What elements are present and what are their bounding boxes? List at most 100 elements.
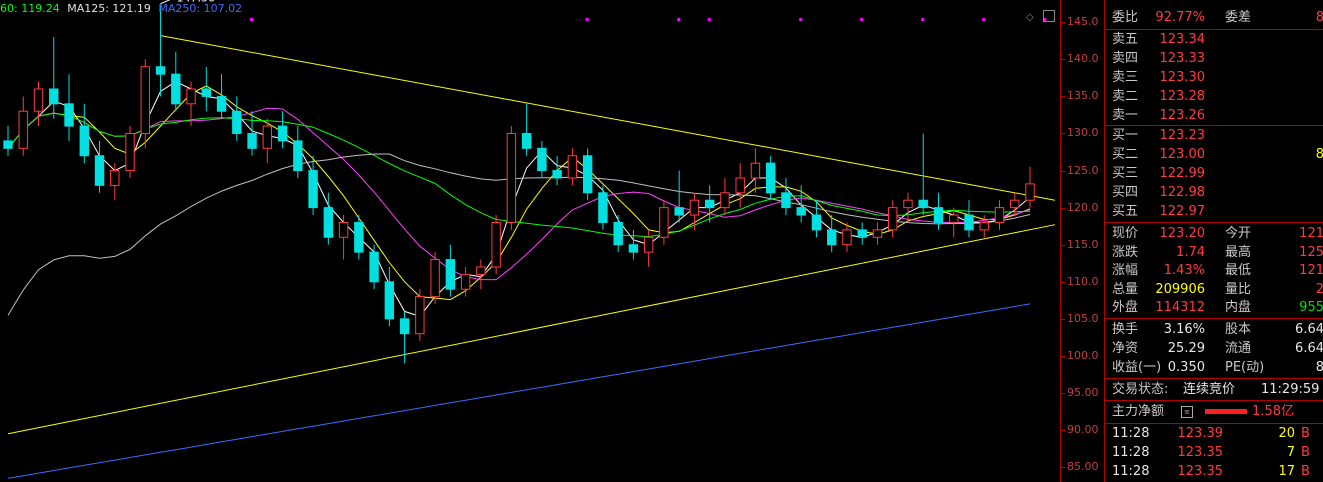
moving-average-lines [7,81,1031,479]
weicha-label: 委差 [1225,10,1252,25]
candle-body [765,162,776,194]
candle-body [643,236,654,253]
candle-body [994,207,1005,223]
stat-label-2: 内盘 [1225,300,1252,315]
y-tick-mark [1061,207,1065,209]
candle-body [338,221,349,238]
quote-panel: 委比 92.77% 委差 8 卖五 123.34 卖四 123.33 卖三 123.30 卖… [1104,0,1323,482]
trendline [160,35,1056,201]
y-tick-label: 130.0 [1067,126,1099,140]
trade-row: 11:28 123.35 7 B [1105,443,1323,462]
bid-row: 买二 123.00 8 [1105,145,1323,164]
stat-value-2: 2 [1315,281,1323,297]
trade-volume: 17 [1278,464,1295,479]
stat-label: 涨跌 [1112,244,1139,260]
candle-body [811,214,822,231]
bid-label: 买四 [1112,185,1139,200]
candle-body [674,207,684,216]
stat-label: 现价 [1112,226,1139,241]
ma60-legend: 60: 119.24 [0,2,60,15]
candle-body [781,192,791,209]
fundamental-label: 换手 [1112,322,1139,337]
candle-body [720,192,730,209]
stat-value-2: 125 [1299,244,1323,260]
stat-value: 1.74 [1176,244,1205,260]
ma-5-line [7,85,1031,301]
y-tick-mark [1061,355,1065,357]
ask-price: 123.28 [1159,89,1206,104]
trendline [7,224,1056,435]
candle-body [3,140,13,149]
trade-row: 11:28 123.39 20 B [1105,424,1323,443]
stat-value: 123.20 [1159,226,1206,241]
candle-body [155,66,166,75]
window-toggle-icon[interactable] [1042,9,1055,22]
y-tick-label: 140.0 [1067,52,1099,66]
trade-volume: 20 [1278,426,1295,441]
candle-body [521,132,532,149]
event-markers [250,18,1047,21]
event-marker [707,18,711,21]
y-tick-mark [1061,170,1065,172]
y-tick-mark [1061,22,1065,24]
candle-body [1010,199,1020,209]
y-tick-mark [1061,244,1065,246]
net-flow-value: 1.58亿 [1252,404,1294,419]
fundamental-value-2: 6.64 [1295,341,1323,356]
candle-body [750,162,761,179]
bid-price: 123.23 [1159,128,1206,143]
event-marker [677,18,681,21]
trade-status-value: 连续竞价 [1183,382,1236,397]
trade-volume: 7 [1286,445,1295,460]
event-marker [585,18,589,21]
stat-label-2: 最高 [1225,244,1252,260]
candlestick-chart[interactable]: 147.56 [0,0,1060,482]
y-tick-mark [1061,467,1065,469]
net-flow-row: 主力净额 ≡ 1.58亿 [1105,402,1323,421]
y-tick-label: 115.0 [1067,237,1099,251]
ask-row: 卖一 123.26 [1105,106,1323,125]
fundamental-label-2: PE(动) [1225,360,1265,375]
candle-body [460,273,471,290]
stat-value-2: 121 [1299,263,1323,278]
trade-status-label: 交易状态: [1112,382,1169,397]
diamond-icon[interactable]: ◇ [1026,12,1034,23]
ma125-legend: MA125: 121.19 [67,2,151,15]
net-flow-bar [1205,409,1247,414]
candle-body [1025,183,1035,201]
stat-label-2: 今开 [1225,226,1252,241]
candle-body [445,259,456,290]
trade-time: 11:28 [1112,445,1150,460]
candle-body [933,207,944,223]
candle-body [506,132,517,223]
candle-body [18,110,28,149]
candle-body [430,259,440,298]
stat-row: 外盘 114312 内盘 955 [1105,298,1323,317]
y-tick-mark [1061,96,1065,98]
candle-body [857,229,867,238]
y-tick-mark [1061,430,1065,432]
bid-price: 122.98 [1159,185,1206,200]
candle-body [796,207,806,216]
candle-body [552,170,562,179]
bid-price: 122.97 [1159,204,1206,219]
candle-body [79,125,89,157]
event-marker [250,18,254,21]
ask-price: 123.26 [1159,108,1206,123]
ask-row: 卖二 123.28 [1105,87,1323,106]
ma250-line [7,303,1031,479]
y-tick-label: 90.00 [1067,423,1099,437]
ask-row: 卖五 123.34 [1105,30,1323,49]
ask-label: 卖三 [1112,70,1139,85]
candle-body [689,199,700,216]
y-tick-label: 85.00 [1067,460,1099,474]
stat-label: 外盘 [1112,300,1139,315]
trade-price: 123.39 [1177,426,1224,441]
ask-label: 卖二 [1112,89,1139,104]
trade-price: 123.35 [1177,445,1224,460]
candle-body [415,296,425,335]
price-axis: 145.0 140.0 135.0 130.0 125.0 120.0 115.0 110.0… [1060,0,1105,482]
y-tick-label: 95.00 [1067,386,1099,399]
stat-row: 现价 123.20 今开 121 [1105,224,1323,243]
list-icon[interactable]: ≡ [1181,406,1193,418]
